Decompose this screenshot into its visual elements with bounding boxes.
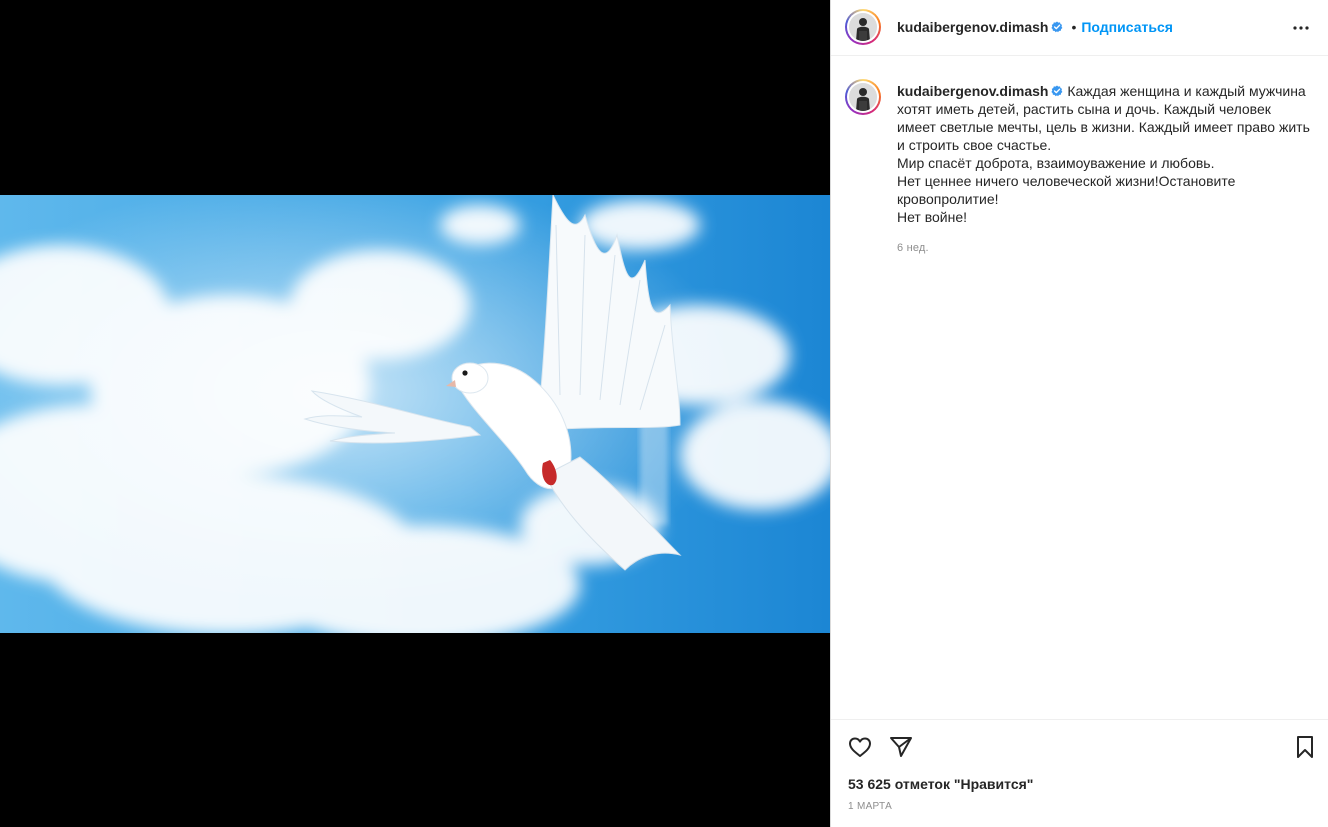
header-author: kudaibergenov.dimash • Подписаться <box>897 19 1173 35</box>
dove-in-sky-image <box>0 195 830 633</box>
save-button[interactable] <box>1292 734 1318 760</box>
caption-text-line: Нет ценнее ничего человеческой жизни!Ост… <box>897 173 1236 207</box>
post-caption: kudaibergenov.dimash Каждая женщина и ка… <box>897 82 1313 226</box>
post-actions-footer: 53 625 отметок "Нравится" 1 марта <box>831 719 1328 827</box>
more-options-button[interactable] <box>1289 16 1313 40</box>
more-options-icon <box>1293 26 1309 30</box>
author-username[interactable]: kudaibergenov.dimash <box>897 19 1048 35</box>
send-icon <box>890 737 912 757</box>
like-button[interactable] <box>847 734 873 760</box>
post-photo[interactable] <box>0 195 830 633</box>
avatar-person-icon <box>849 13 877 41</box>
follow-button[interactable]: Подписаться <box>1081 19 1173 35</box>
caption-time-ago[interactable]: 6 нед. <box>897 242 929 254</box>
heart-icon <box>849 737 871 757</box>
verified-badge-icon <box>1051 21 1063 33</box>
post-date[interactable]: 1 марта <box>848 801 892 812</box>
post-media-pane <box>0 0 830 827</box>
bookmark-icon <box>1297 736 1313 758</box>
caption-text-line: Нет войне! <box>897 209 968 225</box>
caption-username[interactable]: kudaibergenov.dimash <box>897 83 1048 99</box>
separator-dot: • <box>1071 19 1077 35</box>
caption-text-line: Мир спасёт доброта, взаимоуважение и люб… <box>897 155 1215 171</box>
verified-badge-icon <box>1051 85 1063 97</box>
likes-count[interactable]: 53 625 отметок "Нравится" <box>848 776 1033 792</box>
post-header: kudaibergenov.dimash • Подписаться <box>831 0 1328 56</box>
author-avatar[interactable] <box>845 9 881 45</box>
post-side-panel: kudaibergenov.dimash • Подписаться kudai… <box>830 0 1328 827</box>
caption-author-avatar[interactable] <box>845 79 881 115</box>
avatar-person-icon <box>849 83 877 111</box>
share-button[interactable] <box>888 734 914 760</box>
